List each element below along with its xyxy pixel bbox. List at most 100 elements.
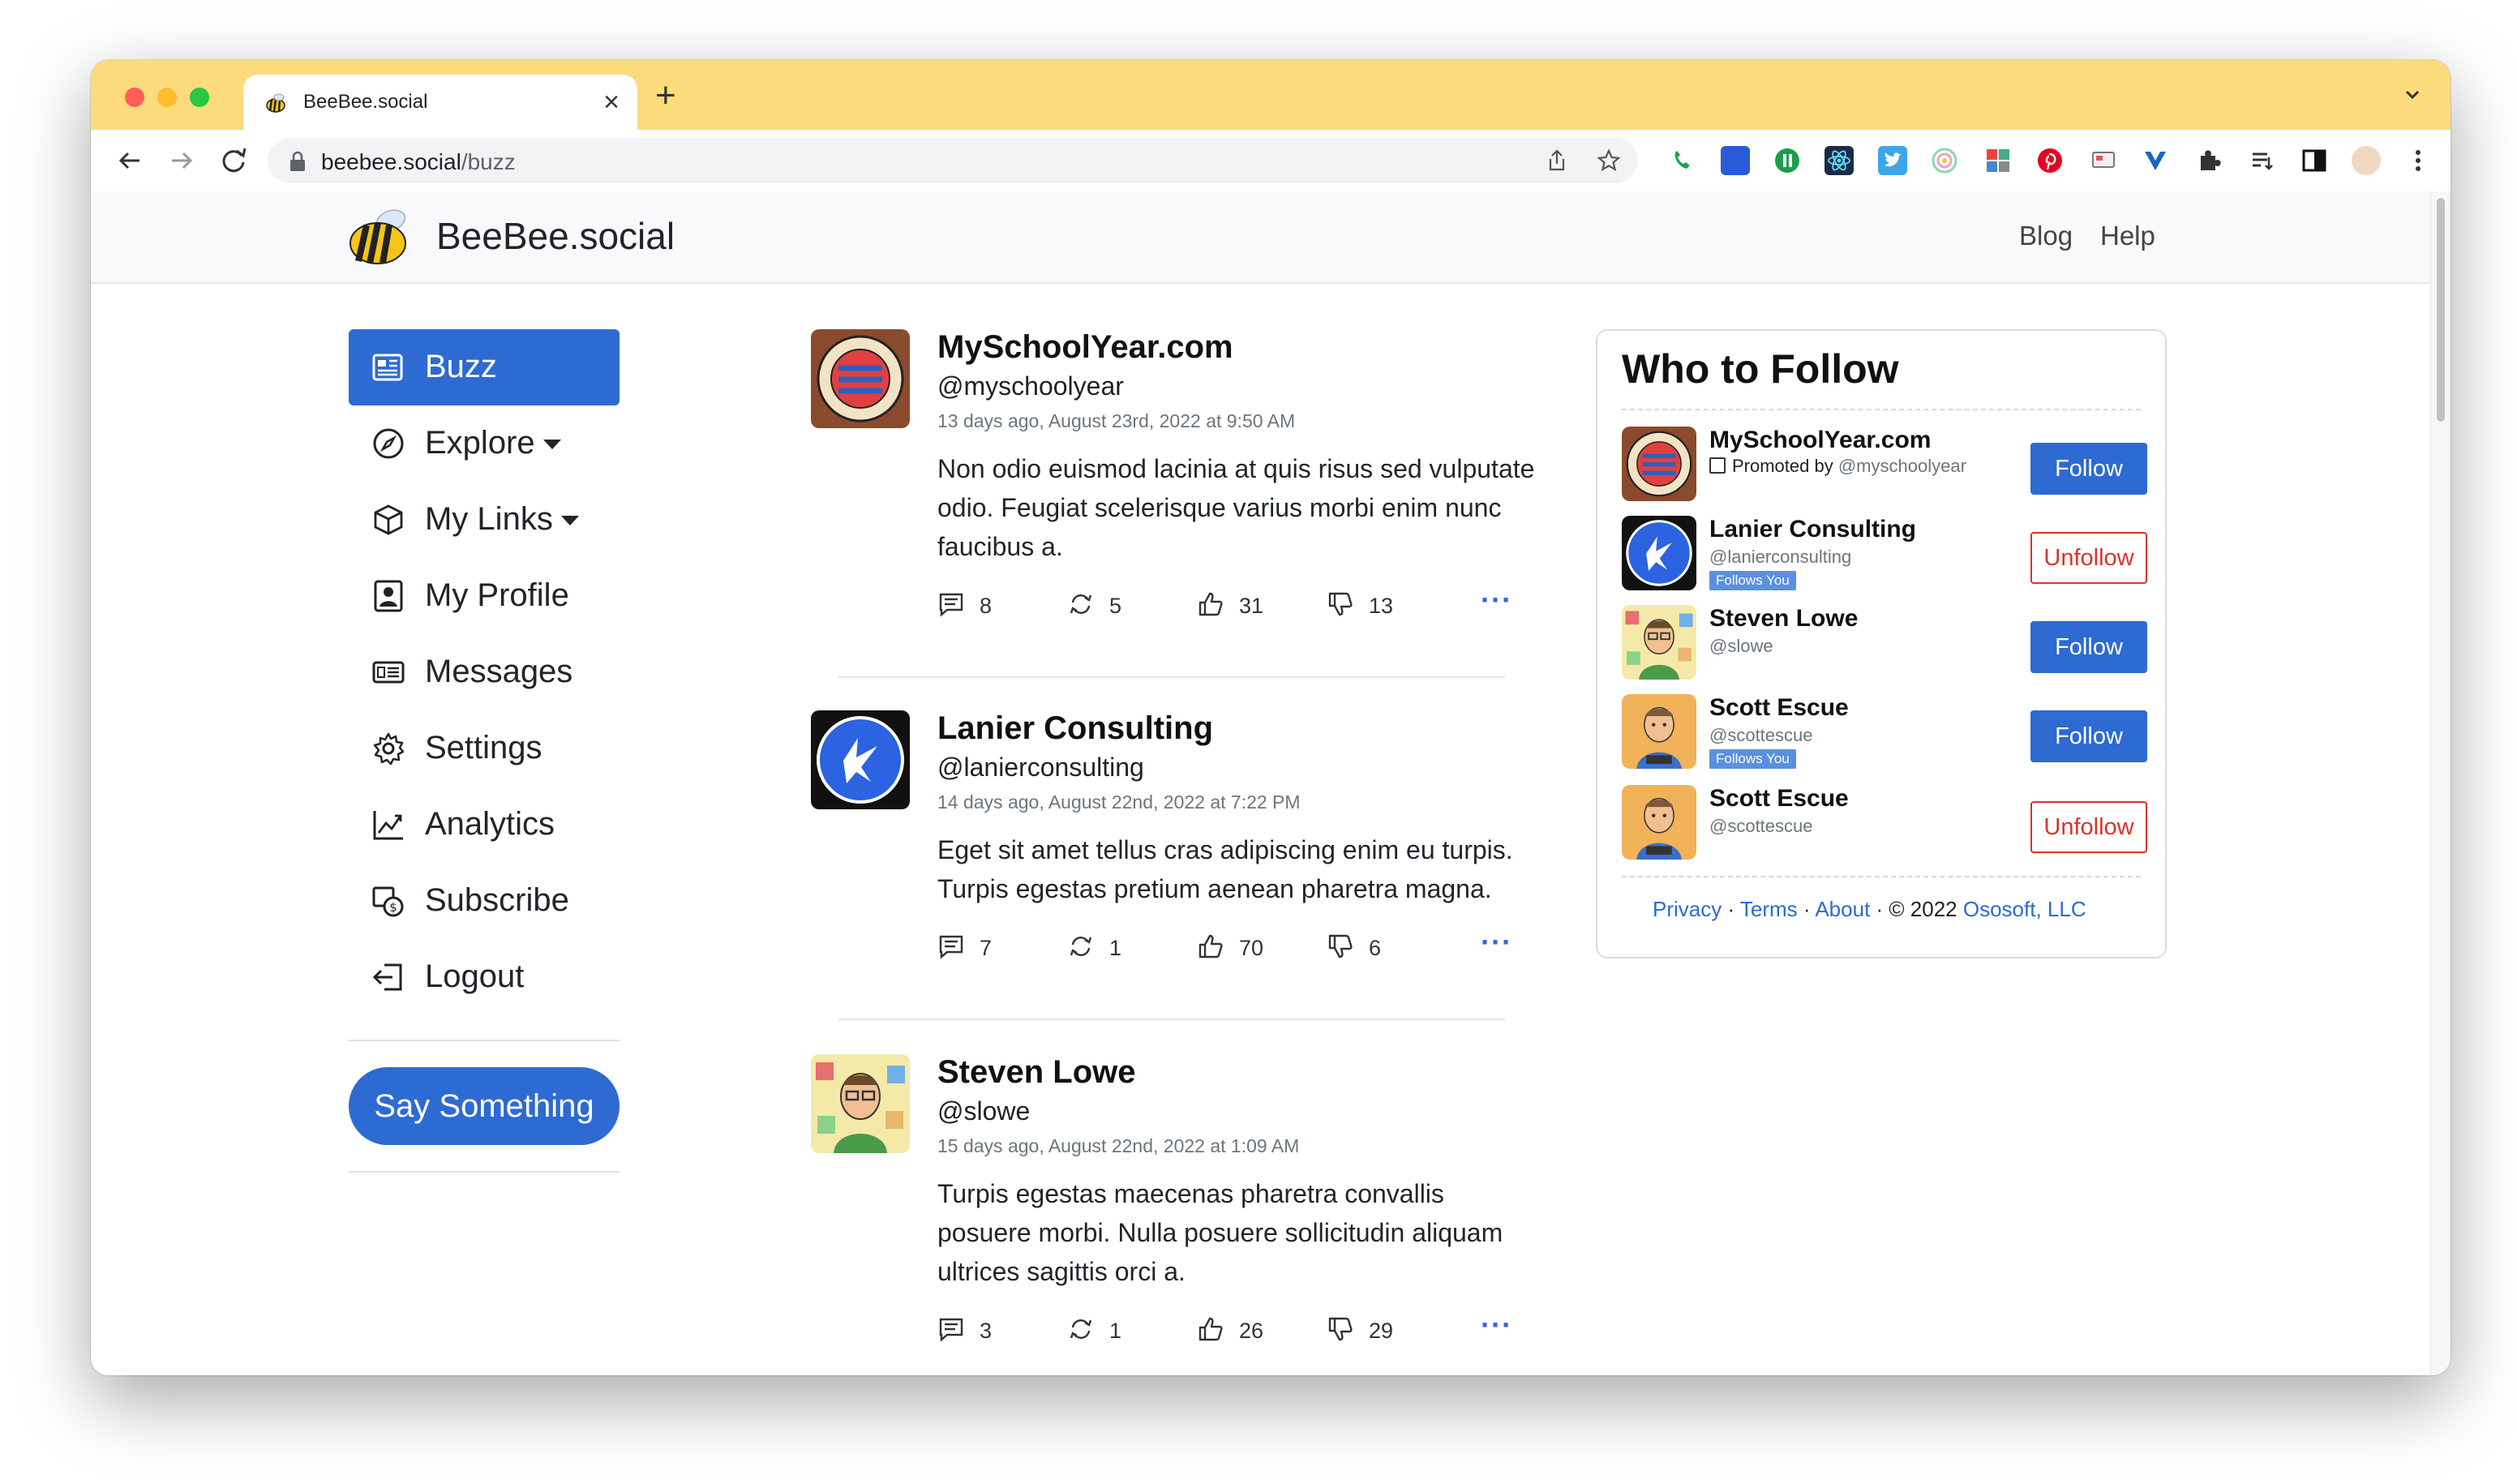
post-author-name[interactable]: Lanier Consulting xyxy=(937,710,1213,747)
twitter-extension-icon[interactable] xyxy=(1878,146,1907,175)
suggestion-handle[interactable]: @lanierconsulting xyxy=(1709,547,1851,568)
post-author-handle[interactable]: @lanierconsulting xyxy=(937,753,1144,783)
post-avatar[interactable] xyxy=(811,1054,910,1153)
post-author-name[interactable]: MySchoolYear.com xyxy=(937,329,1233,366)
tab-bar: BeeBee.social × + xyxy=(91,60,2451,130)
suggestion-name[interactable]: MySchoolYear.com xyxy=(1709,427,1931,454)
suggestion-name[interactable]: Scott Escue xyxy=(1709,785,1849,813)
suggestion-avatar[interactable] xyxy=(1622,516,1696,590)
sidebar-divider xyxy=(349,1171,620,1173)
more-options-icon[interactable]: ··· xyxy=(1481,1310,1512,1340)
follow-button[interactable]: Follow xyxy=(2030,710,2147,762)
thumbs-down-icon xyxy=(1328,592,1353,616)
sidebar-item-my-profile[interactable]: My Profile xyxy=(349,558,620,634)
phone-extension-icon[interactable] xyxy=(1667,146,1696,175)
blog-link[interactable]: Blog xyxy=(2019,221,2073,251)
sidebar-item-analytics[interactable]: Analytics xyxy=(349,787,620,863)
dislike-count: 29 xyxy=(1369,1319,1394,1343)
target-extension-icon[interactable] xyxy=(1930,146,1959,175)
post-avatar[interactable] xyxy=(811,329,910,428)
suggestion-handle[interactable]: @slowe xyxy=(1709,636,1773,657)
suggestion-name[interactable]: Lanier Consulting xyxy=(1709,516,1916,543)
scrollbar-thumb[interactable] xyxy=(2437,198,2445,422)
sidebar-item-messages[interactable]: Messages xyxy=(349,634,620,710)
address-bar[interactable]: beebee.social/buzz xyxy=(268,138,1638,183)
share-icon[interactable] xyxy=(1544,148,1570,174)
suggestion-handle[interactable]: @scottescue xyxy=(1709,725,1813,746)
pause-extension-icon[interactable] xyxy=(1773,146,1802,175)
more-options-icon[interactable]: ··· xyxy=(1481,585,1512,615)
browser-tab[interactable]: BeeBee.social × xyxy=(243,75,637,130)
follow-button[interactable]: Follow xyxy=(2030,443,2147,495)
react-devtools-extension-icon[interactable] xyxy=(1825,146,1854,175)
panel-divider xyxy=(1622,409,2141,410)
vuetify-extension-icon[interactable] xyxy=(2141,146,2170,175)
calendar-extension-icon[interactable] xyxy=(1721,146,1750,175)
like-count: 70 xyxy=(1239,936,1264,960)
suggestion-name[interactable]: Scott Escue xyxy=(1709,694,1849,722)
suggestion-handle[interactable]: @scottescue xyxy=(1709,816,1813,837)
new-tab-button[interactable]: + xyxy=(655,78,676,114)
follow-suggestion: Lanier Consulting @lanierconsulting Foll… xyxy=(1622,516,2147,597)
comment-count: 7 xyxy=(980,936,993,960)
box-icon xyxy=(374,504,403,535)
zoom-window-button[interactable] xyxy=(190,88,209,107)
suggestion-avatar[interactable] xyxy=(1622,427,1696,501)
unfollow-button[interactable]: Unfollow xyxy=(2030,801,2147,853)
more-options-icon[interactable]: ··· xyxy=(1481,928,1512,957)
post-avatar[interactable] xyxy=(811,710,910,809)
help-link[interactable]: Help xyxy=(2100,221,2155,251)
chrome-menu-kebab-icon[interactable] xyxy=(2403,146,2433,175)
dropdown-caret-icon xyxy=(560,516,579,526)
screen-extension-icon[interactable] xyxy=(2089,146,2118,175)
sidebar-item-settings[interactable]: Settings xyxy=(349,710,620,787)
side-panel-icon[interactable] xyxy=(2300,146,2329,175)
minimize-window-button[interactable] xyxy=(157,88,177,107)
post-author-handle[interactable]: @slowe xyxy=(937,1096,1030,1126)
panel-footer: Privacy · Terms · About · © 2022 Ososoft… xyxy=(1653,897,2086,922)
tab-search-chevron-icon[interactable] xyxy=(2400,83,2425,107)
forward-arrow-icon[interactable] xyxy=(164,143,199,178)
dropdown-caret-icon xyxy=(542,440,561,450)
suggestion-avatar[interactable] xyxy=(1622,605,1696,680)
suggestion-name[interactable]: Steven Lowe xyxy=(1709,605,1858,633)
reload-icon[interactable] xyxy=(216,143,251,178)
post-author-handle[interactable]: @myschoolyear xyxy=(937,371,1124,401)
reading-list-icon[interactable] xyxy=(2248,146,2277,175)
suggestion-avatar[interactable] xyxy=(1622,694,1696,769)
tab-close-icon[interactable]: × xyxy=(603,86,620,118)
thumbs-up-icon xyxy=(1198,592,1223,616)
post-actions: 3 1 26 29 ··· xyxy=(937,1310,1537,1346)
page-scrollbar[interactable] xyxy=(2430,191,2451,1375)
sidebar-item-subscribe[interactable]: $ Subscribe xyxy=(349,863,620,939)
sidebar-item-buzz[interactable]: Buzz xyxy=(349,329,620,405)
sidebar-item-logout[interactable]: Logout xyxy=(349,939,620,1015)
promoted-handle[interactable]: @myschoolyear xyxy=(1838,456,1966,476)
say-something-button[interactable]: Say Something xyxy=(349,1067,620,1145)
bookmark-star-icon[interactable] xyxy=(1596,148,1622,174)
bee-logo-icon[interactable] xyxy=(347,203,414,269)
who-to-follow-title: Who to Follow xyxy=(1622,346,1899,392)
sidebar-item-explore[interactable]: Explore xyxy=(349,405,620,482)
privacy-link[interactable]: Privacy xyxy=(1653,897,1722,921)
pinterest-extension-icon[interactable] xyxy=(2035,146,2065,175)
gear-icon xyxy=(373,732,405,766)
close-window-button[interactable] xyxy=(125,88,144,107)
terms-link[interactable]: Terms xyxy=(1740,897,1798,921)
sidebar-item-label: Analytics xyxy=(425,806,555,842)
steven-lowe-avatar-icon xyxy=(811,1054,910,1153)
brand-name[interactable]: BeeBee.social xyxy=(436,214,675,258)
follow-button[interactable]: Follow xyxy=(2030,621,2147,673)
grid-extension-icon[interactable] xyxy=(1983,146,2013,175)
company-link[interactable]: Ososoft, LLC xyxy=(1963,897,2086,921)
extensions-puzzle-icon[interactable] xyxy=(2194,146,2223,175)
about-link[interactable]: About xyxy=(1815,897,1870,921)
suggestion-avatar[interactable] xyxy=(1622,785,1696,860)
buzz-feed: MySchoolYear.com @myschoolyear 13 days a… xyxy=(811,329,1622,1375)
messages-icon xyxy=(372,661,405,684)
unfollow-button[interactable]: Unfollow xyxy=(2030,532,2147,584)
profile-avatar-icon[interactable] xyxy=(2352,146,2381,175)
post-author-name[interactable]: Steven Lowe xyxy=(937,1054,1136,1091)
back-arrow-icon[interactable] xyxy=(112,143,148,178)
sidebar-item-my-links[interactable]: My Links xyxy=(349,482,620,558)
